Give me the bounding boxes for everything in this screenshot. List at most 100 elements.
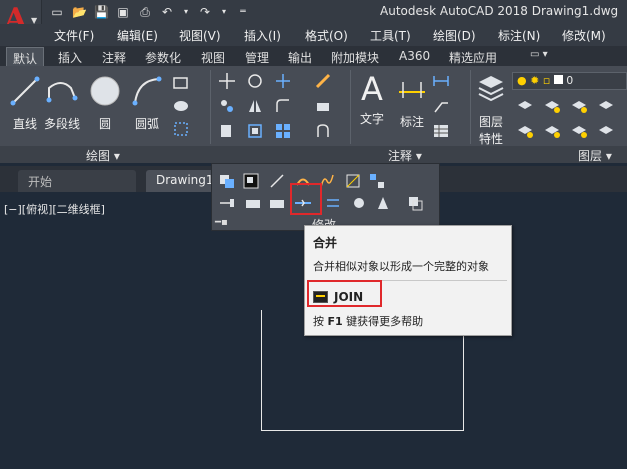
layer-tool-icon[interactable]	[516, 97, 534, 115]
draw-order-icon[interactable]	[218, 172, 236, 190]
sun-icon: ✹	[530, 74, 540, 87]
tab-addins[interactable]: 附加模块	[325, 47, 385, 66]
rotate-icon[interactable]	[246, 72, 264, 90]
menu-dimension[interactable]: 标注(N)	[498, 27, 540, 44]
offset-icon[interactable]	[314, 122, 332, 140]
tab-parametric[interactable]: 参数化	[139, 47, 187, 66]
align-icon[interactable]	[218, 194, 236, 212]
menu-draw[interactable]: 绘图(D)	[433, 27, 476, 44]
tab-view[interactable]: 视图	[195, 47, 231, 66]
doc-tab-drawing1[interactable]: Drawing1	[146, 170, 216, 192]
array-icon[interactable]	[274, 122, 292, 140]
break-icon[interactable]	[268, 194, 286, 212]
line-button[interactable]: 直线	[8, 74, 42, 132]
polyline-icon	[46, 82, 78, 103]
explode-icon[interactable]	[314, 97, 332, 115]
region-icon[interactable]	[172, 120, 190, 138]
menu-file[interactable]: 文件(F)	[54, 27, 94, 44]
text-button[interactable]: A 文字	[355, 72, 389, 127]
tooltip-help-key: F1	[327, 315, 343, 328]
redo-icon[interactable]: ↷	[198, 5, 212, 19]
set-to-bylayer-icon[interactable]	[374, 194, 392, 212]
doc-tab-start[interactable]: 开始	[18, 170, 136, 192]
tab-manage[interactable]: 管理	[239, 47, 275, 66]
linear-dimension-icon[interactable]	[432, 72, 450, 90]
save-as-icon[interactable]: ▣	[116, 5, 130, 19]
tab-annotate[interactable]: 注释	[96, 47, 132, 66]
layers-panel-title[interactable]: 图层 ▾	[578, 147, 612, 164]
save-icon[interactable]: 💾	[94, 5, 109, 19]
layer-dropdown[interactable]: ● ✹ ▫ 0	[512, 72, 627, 90]
scale-icon[interactable]	[246, 122, 264, 140]
tab-output[interactable]: 输出	[282, 47, 318, 66]
menu-tools[interactable]: 工具(T)	[370, 27, 411, 44]
tab-default[interactable]: 默认	[6, 47, 45, 66]
edit-hatch-icon[interactable]	[344, 172, 362, 190]
layer-tool-icon[interactable]	[570, 122, 588, 140]
layer-tool-icon[interactable]	[543, 97, 561, 115]
reverse-icon[interactable]	[324, 194, 342, 212]
line-icon	[10, 76, 40, 106]
stretch-icon[interactable]	[218, 122, 236, 140]
hatch-icon[interactable]	[172, 97, 190, 115]
panel-separator	[210, 70, 211, 144]
erase-icon[interactable]	[314, 72, 332, 90]
open-file-icon[interactable]: 📂	[72, 5, 87, 19]
title-bar: ▭ 📂 💾 ▣ ⎙ ↶ ▾ ↷ ▾ ═ Autodesk AutoCAD 201…	[0, 0, 627, 24]
panel-title-bar: 绘图 ▾ 注释 ▾ 图层 ▾	[0, 146, 627, 163]
pin-icon[interactable]: ━▪	[215, 217, 228, 228]
undo-icon[interactable]: ↶	[160, 5, 174, 19]
menu-edit[interactable]: 编辑(E)	[117, 27, 158, 44]
menu-modify[interactable]: 修改(M)	[562, 27, 606, 44]
ribbon-minimize-button[interactable]: ▭ ▾	[524, 47, 554, 66]
arc-button[interactable]: 圆弧	[130, 74, 164, 132]
tooltip-help: 按 F1 键获得更多帮助	[313, 313, 423, 329]
trim-icon[interactable]	[274, 72, 292, 90]
overkill-icon[interactable]	[350, 194, 368, 212]
edit-array-icon[interactable]	[368, 172, 386, 190]
copy-icon[interactable]	[218, 97, 236, 115]
draw-panel-title[interactable]: 绘图 ▾	[86, 147, 120, 164]
layer-tool-icon[interactable]	[543, 122, 561, 140]
layer-tool-icon[interactable]	[570, 97, 588, 115]
print-icon[interactable]: ⎙	[138, 5, 152, 19]
tab-a360[interactable]: A360	[393, 47, 436, 66]
tab-insert[interactable]: 插入	[52, 47, 88, 66]
annotation-panel-title[interactable]: 注释 ▾	[388, 147, 422, 164]
move-icon[interactable]	[218, 72, 236, 90]
draw-panel-title-text: 绘图	[86, 149, 111, 163]
line-label: 直线	[12, 117, 37, 131]
polyline-label: 多段线	[44, 117, 81, 131]
customize-toolbar-icon[interactable]: ═	[236, 5, 250, 19]
layer-tool-icon[interactable]	[597, 122, 615, 140]
copy-nested-icon[interactable]	[406, 194, 424, 212]
fillet-icon[interactable]	[274, 97, 292, 115]
layer-tool-icon[interactable]	[516, 122, 534, 140]
leader-icon[interactable]	[432, 97, 450, 115]
layer-tool-icon[interactable]	[597, 97, 615, 115]
table-icon[interactable]	[432, 122, 450, 140]
undo-dropdown-icon[interactable]: ▾	[182, 5, 190, 19]
dimension-button[interactable]: 标注	[395, 72, 429, 130]
menu-format[interactable]: 格式(O)	[305, 27, 348, 44]
lightbulb-icon: ●	[517, 74, 527, 87]
menu-view[interactable]: 视图(V)	[179, 27, 221, 44]
redo-dropdown-icon[interactable]: ▾	[220, 5, 228, 19]
new-file-icon[interactable]: ▭	[50, 5, 64, 19]
tab-featured-apps[interactable]: 精选应用	[443, 47, 503, 66]
circle-icon	[90, 76, 120, 106]
menu-bar: 文件(F) 编辑(E) 视图(V) 插入(I) 格式(O) 工具(T) 绘图(D…	[0, 24, 627, 46]
rectangle-icon[interactable]	[172, 74, 190, 92]
mirror-icon[interactable]	[246, 97, 264, 115]
break-at-point-icon[interactable]	[244, 194, 262, 212]
menu-insert[interactable]: 插入(I)	[244, 27, 281, 44]
lengthen-icon[interactable]	[268, 172, 286, 190]
layer-properties-button[interactable]: 图层 特性	[474, 72, 508, 147]
polyline-button[interactable]: 多段线	[44, 74, 80, 132]
viewport-controls-label[interactable]: [−][俯视][二维线框]	[4, 201, 105, 217]
draw-order-front-icon[interactable]	[242, 172, 260, 190]
lock-icon: ▫	[542, 74, 551, 87]
layer-name: 0	[566, 74, 574, 87]
circle-button[interactable]: 圆	[88, 74, 122, 132]
tooltip-title: 合并	[313, 236, 338, 250]
